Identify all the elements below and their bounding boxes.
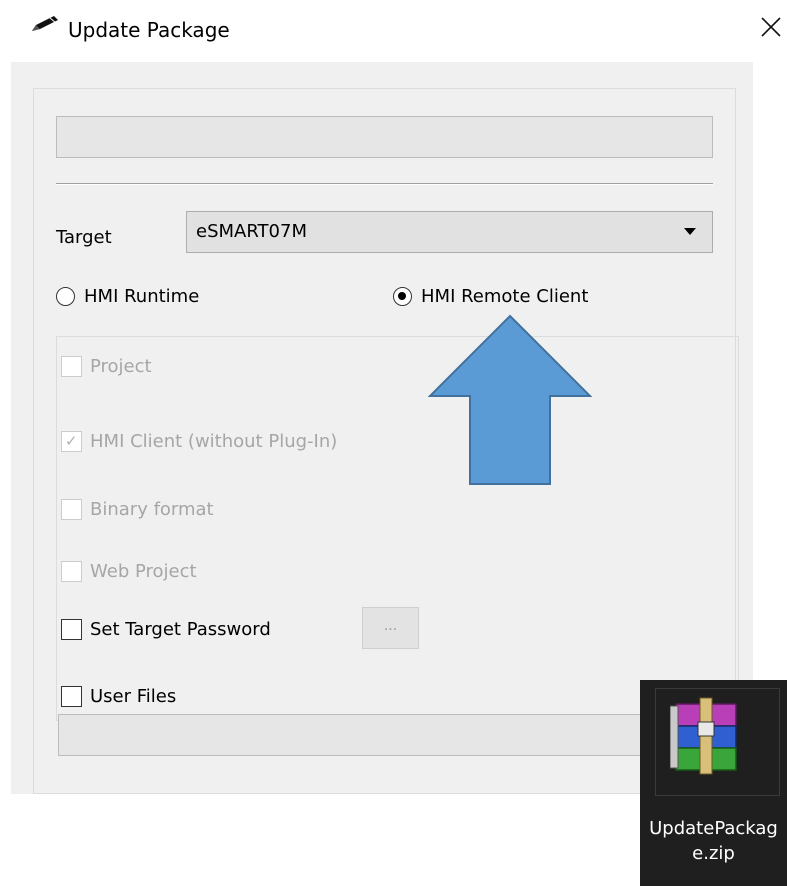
radio-hmi-remote-client-label: HMI Remote Client bbox=[421, 286, 589, 307]
up-arrow-annotation bbox=[428, 314, 592, 485]
radio-hmi-remote-client[interactable] bbox=[393, 287, 412, 306]
checkbox-project[interactable] bbox=[61, 356, 82, 377]
password-browse-button[interactable]: ... bbox=[362, 607, 419, 649]
title-bar: Update Package bbox=[0, 0, 787, 62]
target-label: Target bbox=[56, 227, 112, 248]
winrar-archive-icon bbox=[670, 697, 737, 775]
checkbox-set-target-password[interactable] bbox=[61, 619, 82, 640]
checkbox-hmi-client[interactable]: ✓ bbox=[61, 431, 82, 452]
radio-hmi-runtime-label: HMI Runtime bbox=[84, 286, 200, 307]
checkbox-web-project[interactable] bbox=[61, 561, 82, 582]
file-name-label: UpdatePackage.zip bbox=[649, 818, 778, 864]
pencil-icon bbox=[32, 16, 58, 31]
progress-bar bbox=[56, 116, 713, 158]
checkbox-binary-format-label: Binary format bbox=[90, 499, 214, 520]
radio-selected-dot bbox=[398, 292, 406, 300]
window-title: Update Package bbox=[68, 18, 230, 42]
target-select-value: eSMART07M bbox=[196, 221, 307, 242]
checkbox-user-files-label: User Files bbox=[90, 686, 177, 707]
target-select[interactable]: eSMART07M bbox=[186, 211, 713, 253]
checkbox-project-label: Project bbox=[90, 356, 152, 377]
close-icon[interactable] bbox=[758, 14, 787, 44]
checkbox-hmi-client-label: HMI Client (without Plug-In) bbox=[90, 431, 338, 452]
checkbox-web-project-label: Web Project bbox=[90, 561, 197, 582]
checkbox-binary-format[interactable] bbox=[61, 499, 82, 520]
checkmark-icon: ✓ bbox=[65, 432, 78, 450]
checkbox-set-target-password-label: Set Target Password bbox=[90, 619, 271, 640]
desktop-file-tile[interactable]: UpdatePackage.zip bbox=[640, 680, 787, 886]
chevron-down-icon bbox=[684, 228, 696, 235]
checkbox-user-files[interactable] bbox=[61, 686, 82, 707]
bottom-status-field bbox=[58, 714, 715, 756]
options-group bbox=[56, 336, 739, 721]
radio-hmi-runtime[interactable] bbox=[56, 287, 75, 306]
separator bbox=[56, 183, 713, 185]
